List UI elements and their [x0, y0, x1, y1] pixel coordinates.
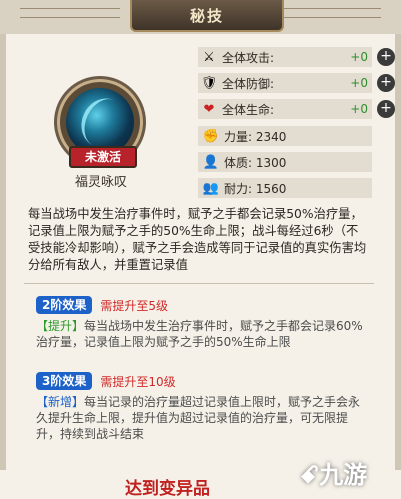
left-border — [0, 34, 6, 470]
stat-value: +0 — [350, 102, 368, 116]
stat-row-health: ❤ 全体生命: +0 — [198, 99, 372, 119]
constitution-icon: 👤 — [202, 154, 220, 170]
stat-value: +0 — [350, 76, 368, 90]
title-banner: 秘技 — [130, 0, 284, 32]
right-border — [395, 34, 401, 470]
header-ornament-right — [281, 8, 381, 18]
endurance-icon: 👥 — [202, 180, 220, 196]
attr-label: 力量: 2340 — [224, 129, 287, 144]
stat-label: 全体防御: — [222, 76, 275, 91]
add-button[interactable]: + — [377, 100, 395, 118]
level-2-requirement: 需提升至5级 — [100, 298, 168, 313]
level-2-effect: 【提升】每当战场中发生治疗事件时，赋予之手都会记录60%治疗量，记录值上限为赋予… — [36, 318, 366, 350]
stat-label: 全体攻击: — [222, 50, 275, 65]
level-3-effect: 【新增】每当记录的治疗量超过记录值上限时，赋予之手会永久提升生命上限，提升值为超… — [36, 394, 366, 442]
level-3-requirement: 需提升至10级 — [100, 374, 176, 389]
skill-description: 每当战场中发生治疗事件时，赋予之手都会记录50%治疗量，记录值上限为赋予之手的5… — [28, 207, 367, 272]
level-2-header: 2阶效果 需提升至5级 — [36, 296, 168, 314]
level-3-badge: 3阶效果 — [36, 372, 93, 390]
skill-name: 福灵咏叹 — [74, 175, 127, 190]
watermark: ꗃ九游 — [300, 455, 367, 490]
attr-label: 耐力: 1560 — [224, 181, 287, 196]
level-2-tag: 【提升】 — [36, 319, 85, 333]
add-button[interactable]: + — [377, 48, 395, 66]
attr-label: 体质: 1300 — [224, 155, 287, 170]
stat-row-attack: ⚔ 全体攻击: +0 — [198, 47, 372, 67]
header-ornament-left — [20, 8, 120, 18]
level-2-text: 每当战场中发生治疗事件时，赋予之手都会记录60%治疗量，记录值上限为赋予之手的5… — [36, 319, 363, 349]
skill-panel: 秘技 未激活 福灵咏叹 ⚔ 全体攻击: +0 + 🛡 全体防御: +0 + ❤ … — [0, 0, 401, 499]
header-bar: 秘技 — [0, 0, 401, 34]
stat-value: +0 — [350, 50, 368, 64]
attr-row-strength: ✊ 力量: 2340 — [198, 126, 372, 146]
level-3-header: 3阶效果 需提升至10级 — [36, 372, 176, 390]
level-2-badge: 2阶效果 — [36, 296, 93, 314]
stat-row-defense: 🛡 全体防御: +0 — [198, 73, 372, 93]
attr-row-constitution: 👤 体质: 1300 — [198, 152, 372, 172]
status-badge: 未激活 — [69, 146, 137, 168]
shield-icon: 🛡 — [200, 75, 218, 91]
footer-text: 达到变异品 — [125, 479, 210, 499]
heart-icon: ❤ — [203, 101, 215, 117]
level-3-tag: 【新增】 — [36, 395, 85, 409]
watermark-text: 九游 — [319, 461, 368, 489]
watermark-logo-icon: ꗃ — [300, 461, 320, 489]
divider — [24, 283, 374, 284]
strength-icon: ✊ — [202, 128, 220, 144]
sword-icon: ⚔ — [203, 49, 215, 65]
stat-label: 全体生命: — [222, 102, 275, 117]
level-3-text: 每当记录的治疗量超过记录值上限时，赋予之手会永久提升生命上限，提升值为超过记录值… — [36, 395, 361, 441]
attr-row-endurance: 👥 耐力: 1560 — [198, 178, 372, 198]
page-title: 秘技 — [189, 6, 224, 25]
add-button[interactable]: + — [377, 74, 395, 92]
